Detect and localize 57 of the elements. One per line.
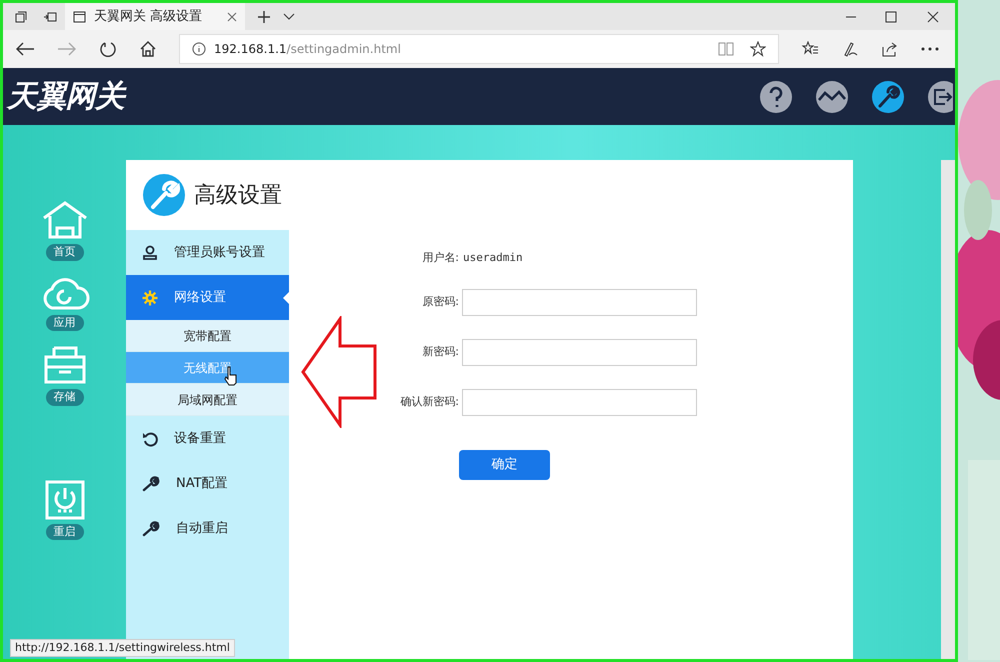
menu-item[interactable]: NAT配置 (126, 461, 289, 506)
card-title: 高级设置 (194, 182, 282, 210)
pointer-notch (283, 292, 289, 304)
tab-aside-icon[interactable] (43, 10, 57, 22)
plus-icon[interactable] (257, 10, 271, 24)
chart-icon[interactable] (815, 80, 849, 114)
wrench-icon[interactable] (871, 80, 905, 114)
star-icon[interactable] (750, 41, 766, 57)
address-bar[interactable]: 192.168.1.1/settingadmin.html (179, 34, 779, 64)
password-field[interactable] (462, 338, 697, 366)
gear-icon (142, 290, 158, 306)
status-url: http://192.168.1.1/settingwireless.html (10, 638, 235, 657)
field-label: 原密码: (421, 294, 459, 310)
back-icon[interactable] (15, 41, 35, 57)
info-icon (192, 42, 206, 56)
logout-icon[interactable] (927, 80, 953, 114)
menu-item[interactable]: 管理员账号设置 (126, 230, 289, 275)
logo: 天翼网关 (7, 74, 124, 119)
close-icon[interactable] (227, 12, 237, 22)
more-icon[interactable] (921, 47, 939, 51)
wrench-icon (142, 476, 160, 492)
home-icon[interactable] (139, 40, 157, 58)
browser-tab[interactable]: 天翼网关 高级设置 (65, 3, 245, 30)
close-icon[interactable] (927, 10, 939, 22)
nav-label[interactable]: 存储 (46, 389, 84, 406)
user-icon (142, 244, 158, 260)
power-icon (44, 480, 84, 520)
password-field[interactable] (462, 288, 697, 316)
wrench-icon (142, 173, 186, 217)
confirm-button[interactable]: 确定 (459, 450, 550, 480)
menu-item[interactable]: 网络设置 (126, 275, 289, 320)
field-label: 确认新密码: (399, 394, 459, 410)
submenu-item[interactable]: 局域网配置 (126, 384, 289, 416)
submenu-item[interactable]: 宽带配置 (126, 320, 289, 352)
password-field[interactable] (462, 388, 697, 416)
refresh-icon[interactable] (99, 40, 117, 58)
nav-label[interactable]: 重启 (46, 524, 84, 540)
maximize-icon[interactable] (885, 10, 897, 22)
menu-item[interactable]: 设备重置 (126, 416, 289, 461)
field-label: 用户名: (421, 250, 459, 266)
username-value: useradmin (463, 250, 523, 266)
url-text: 192.168.1.1/settingadmin.html (214, 41, 401, 58)
favorites-icon[interactable] (801, 41, 819, 57)
drawer-icon (42, 345, 88, 385)
menu-item[interactable]: 自动重启 (126, 506, 289, 551)
help-icon[interactable] (759, 80, 793, 114)
house-icon (40, 200, 88, 240)
nav-label[interactable]: 首页 (46, 244, 84, 260)
undo-icon (142, 430, 158, 446)
book-icon[interactable] (718, 42, 734, 56)
field-label: 新密码: (421, 344, 459, 360)
tabs-icon[interactable] (15, 10, 27, 22)
share-icon[interactable] (881, 41, 899, 57)
page-icon (73, 10, 86, 22)
wrench-icon (142, 520, 160, 536)
chevron-down-icon[interactable] (283, 12, 295, 20)
nav-label[interactable]: 应用 (46, 314, 84, 331)
